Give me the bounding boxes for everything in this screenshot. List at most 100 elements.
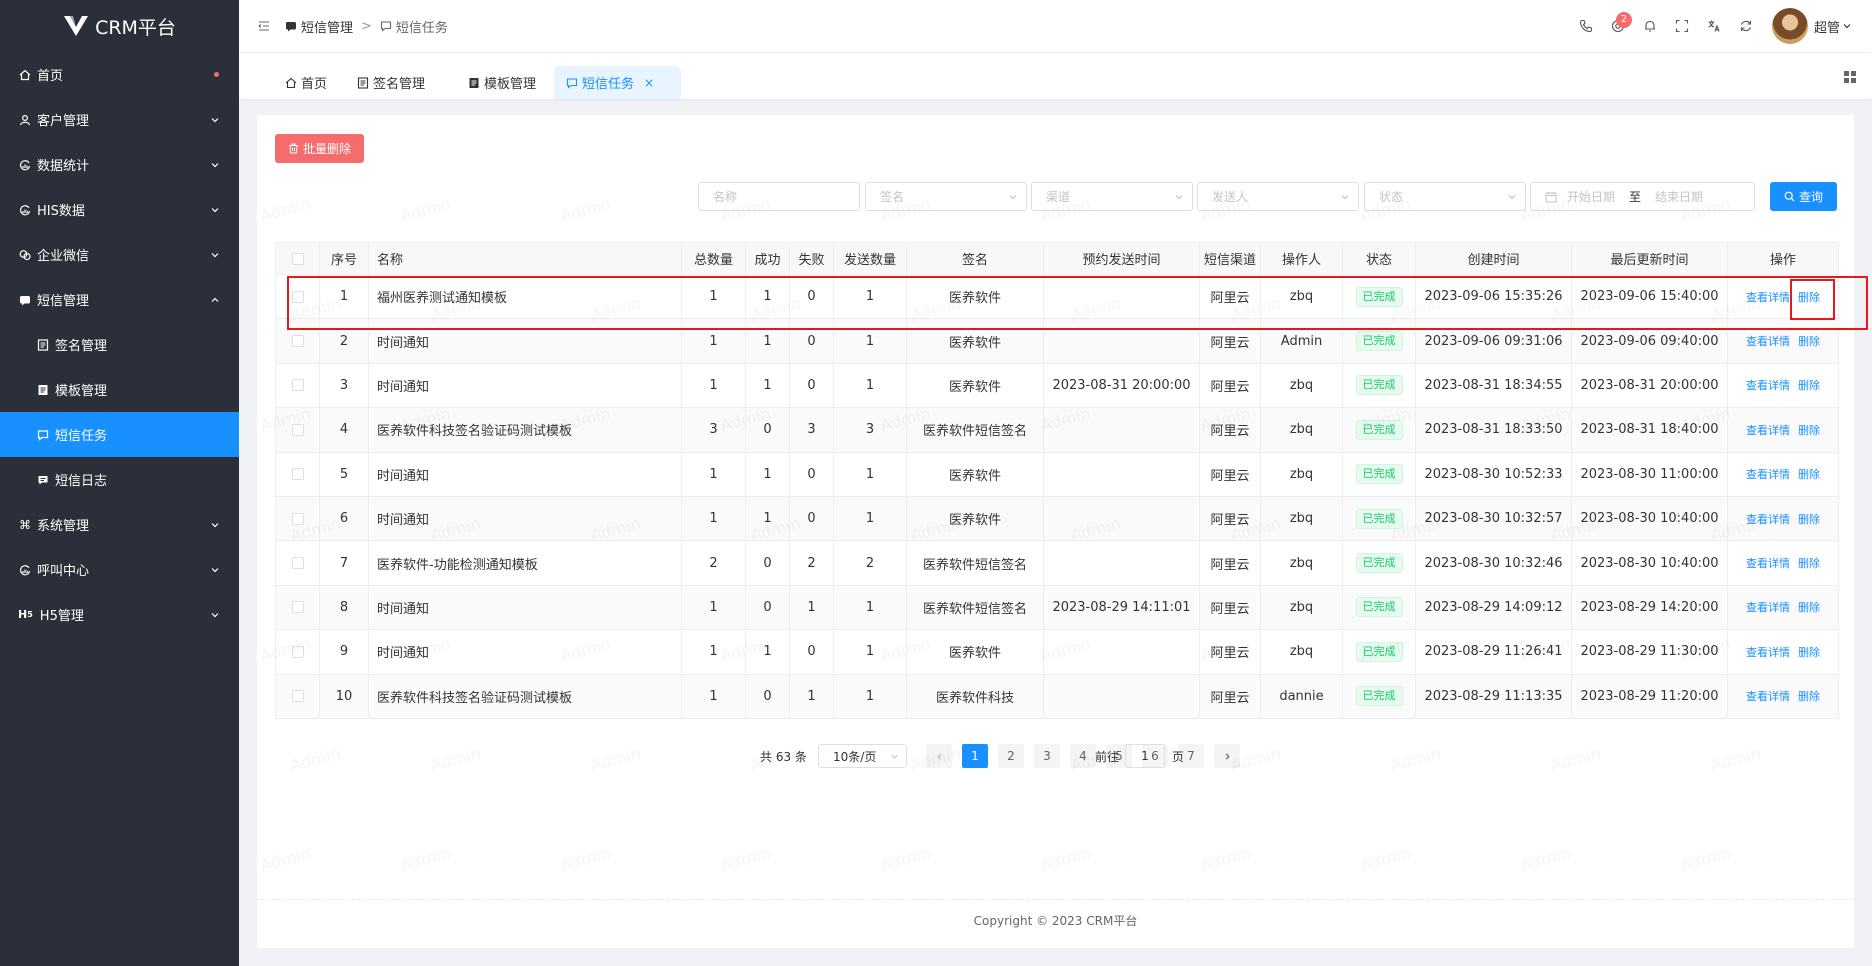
- date-range-picker[interactable]: 开始日期 至 结束日期: [1530, 182, 1755, 211]
- cell-updated: 2023-08-31 20:00:00: [1571, 362, 1728, 409]
- app-logo[interactable]: CRM平台: [0, 0, 239, 52]
- view-detail-link[interactable]: 查看详情: [1746, 335, 1790, 348]
- cell-sign: 医养软件: [906, 362, 1044, 409]
- row-select-cell: [275, 629, 320, 675]
- row-checkbox[interactable]: [291, 690, 304, 703]
- row-checkbox[interactable]: [291, 379, 304, 392]
- delete-link[interactable]: 删除: [1798, 424, 1820, 437]
- tab-home[interactable]: 首页: [273, 66, 339, 99]
- sidebar-item-customer[interactable]: 客户管理: [0, 97, 239, 142]
- sidebar-item-template[interactable]: 模板管理: [0, 367, 239, 412]
- page-button[interactable]: 1: [962, 744, 988, 768]
- grid-icon[interactable]: [1842, 69, 1858, 85]
- row-checkbox[interactable]: [291, 512, 304, 525]
- start-date-placeholder: 开始日期: [1567, 190, 1616, 204]
- delete-link[interactable]: 删除: [1798, 646, 1820, 659]
- tab-sign[interactable]: 签名管理: [345, 66, 437, 99]
- view-detail-link[interactable]: 查看详情: [1746, 601, 1790, 614]
- sidebar-item-stats[interactable]: 数据统计: [0, 142, 239, 187]
- header-actions: 2 超管: [1570, 0, 1852, 52]
- breadcrumb: 短信管理 > 短信任务: [285, 17, 448, 36]
- cell-sent: 2: [833, 540, 907, 586]
- view-detail-link[interactable]: 查看详情: [1746, 468, 1790, 481]
- row-checkbox[interactable]: [291, 601, 304, 614]
- refresh-chart-icon: [18, 158, 32, 172]
- sidebar-item-sign[interactable]: 签名管理: [0, 322, 239, 367]
- query-button[interactable]: 查询: [1770, 182, 1837, 211]
- tab-template[interactable]: 模板管理: [456, 66, 548, 99]
- view-detail-link[interactable]: 查看详情: [1746, 424, 1790, 437]
- close-icon[interactable]: ×: [644, 76, 654, 90]
- sidebar-item-sms-task[interactable]: 短信任务: [0, 412, 239, 457]
- phone-icon[interactable]: [1570, 10, 1602, 42]
- sidebar-item-label: 短信日志: [55, 474, 108, 489]
- breadcrumb-item[interactable]: 短信管理: [301, 17, 353, 36]
- delete-link[interactable]: 删除: [1798, 601, 1820, 614]
- view-detail-link[interactable]: 查看详情: [1746, 379, 1790, 392]
- sidebar-item-his[interactable]: HIS数据: [0, 187, 239, 232]
- delete-link[interactable]: 删除: [1798, 379, 1820, 392]
- jump-page-input[interactable]: 1: [1125, 744, 1165, 768]
- sms-submenu: 签名管理 模板管理 短信任务 短信日志: [0, 322, 239, 502]
- delete-link[interactable]: 删除: [1798, 335, 1820, 348]
- row-checkbox[interactable]: [291, 645, 304, 658]
- page-button[interactable]: 2: [998, 744, 1024, 768]
- sidebar-item-label: 企业微信: [37, 249, 90, 264]
- cell-name: 时间通知: [368, 495, 682, 542]
- sign-select[interactable]: 签名: [865, 182, 1027, 211]
- delete-link[interactable]: 删除: [1798, 468, 1820, 481]
- refresh-icon[interactable]: [1730, 10, 1762, 42]
- delete-link[interactable]: 删除: [1798, 690, 1820, 703]
- sidebar-item-system[interactable]: ⌘ 系统管理: [0, 502, 239, 547]
- cell-sign: 医养软件短信签名: [906, 584, 1044, 631]
- row-checkbox[interactable]: [291, 468, 304, 481]
- fullscreen-icon[interactable]: [1666, 10, 1698, 42]
- sidebar-item-callcenter[interactable]: 呼叫中心: [0, 547, 239, 592]
- sidebar-item-label: 模板管理: [55, 384, 108, 399]
- delete-link[interactable]: 删除: [1798, 557, 1820, 570]
- view-detail-link[interactable]: 查看详情: [1746, 557, 1790, 570]
- sidebar-item-wecom[interactable]: 企业微信: [0, 232, 239, 277]
- sidebar-item-sms[interactable]: 短信管理: [0, 277, 239, 322]
- column-header: 操作: [1727, 242, 1839, 275]
- batch-delete-button[interactable]: 批量删除: [275, 134, 364, 163]
- delete-link[interactable]: 删除: [1798, 513, 1820, 526]
- notification-at-icon[interactable]: 2: [1602, 10, 1634, 42]
- sidebar-item-home[interactable]: 首页: [0, 52, 239, 97]
- next-page-button[interactable]: [1214, 744, 1240, 768]
- view-detail-link[interactable]: 查看详情: [1746, 690, 1790, 703]
- cell-scheduled: [1043, 495, 1200, 542]
- bell-icon[interactable]: [1634, 10, 1666, 42]
- sidebar-item-h5[interactable]: H5 H5管理: [0, 592, 239, 637]
- page-button[interactable]: 4: [1070, 744, 1096, 768]
- notification-badge: 2: [1615, 12, 1632, 28]
- row-checkbox[interactable]: [291, 557, 304, 570]
- cell-updated: 2023-08-30 11:00:00: [1571, 451, 1728, 497]
- status-select[interactable]: 状态: [1364, 182, 1526, 211]
- view-detail-link[interactable]: 查看详情: [1746, 646, 1790, 659]
- cell-operator: zbq: [1260, 495, 1343, 542]
- sidebar-toggle-icon[interactable]: [257, 19, 271, 33]
- page-size-select[interactable]: 10条/页: [818, 744, 907, 768]
- view-detail-link[interactable]: 查看详情: [1746, 513, 1790, 526]
- refresh-chart-icon: [18, 203, 32, 217]
- row-checkbox[interactable]: [291, 335, 304, 348]
- cell-scheduled: [1043, 629, 1200, 675]
- row-checkbox[interactable]: [291, 423, 304, 436]
- user-menu[interactable]: 超管: [1814, 17, 1852, 36]
- page-button[interactable]: 3: [1034, 744, 1060, 768]
- translate-icon[interactable]: [1698, 10, 1730, 42]
- select-all-checkbox[interactable]: [291, 252, 304, 265]
- cell-name: 医养软件科技签名验证码测试模板: [368, 407, 682, 453]
- channel-select[interactable]: 渠道: [1031, 182, 1193, 211]
- sidebar-item-sms-log[interactable]: 短信日志: [0, 457, 239, 502]
- avatar[interactable]: [1771, 8, 1808, 44]
- channel-placeholder: 渠道: [1046, 190, 1071, 204]
- page-suffix: 页: [1172, 750, 1185, 764]
- name-input[interactable]: 名称: [698, 182, 860, 211]
- sender-select[interactable]: 发送人: [1197, 182, 1359, 211]
- row-select-cell: [275, 451, 320, 497]
- column-header: 预约发送时间: [1043, 242, 1200, 275]
- prev-page-button[interactable]: [926, 744, 952, 768]
- tab-sms-task[interactable]: 短信任务 ×: [554, 66, 681, 99]
